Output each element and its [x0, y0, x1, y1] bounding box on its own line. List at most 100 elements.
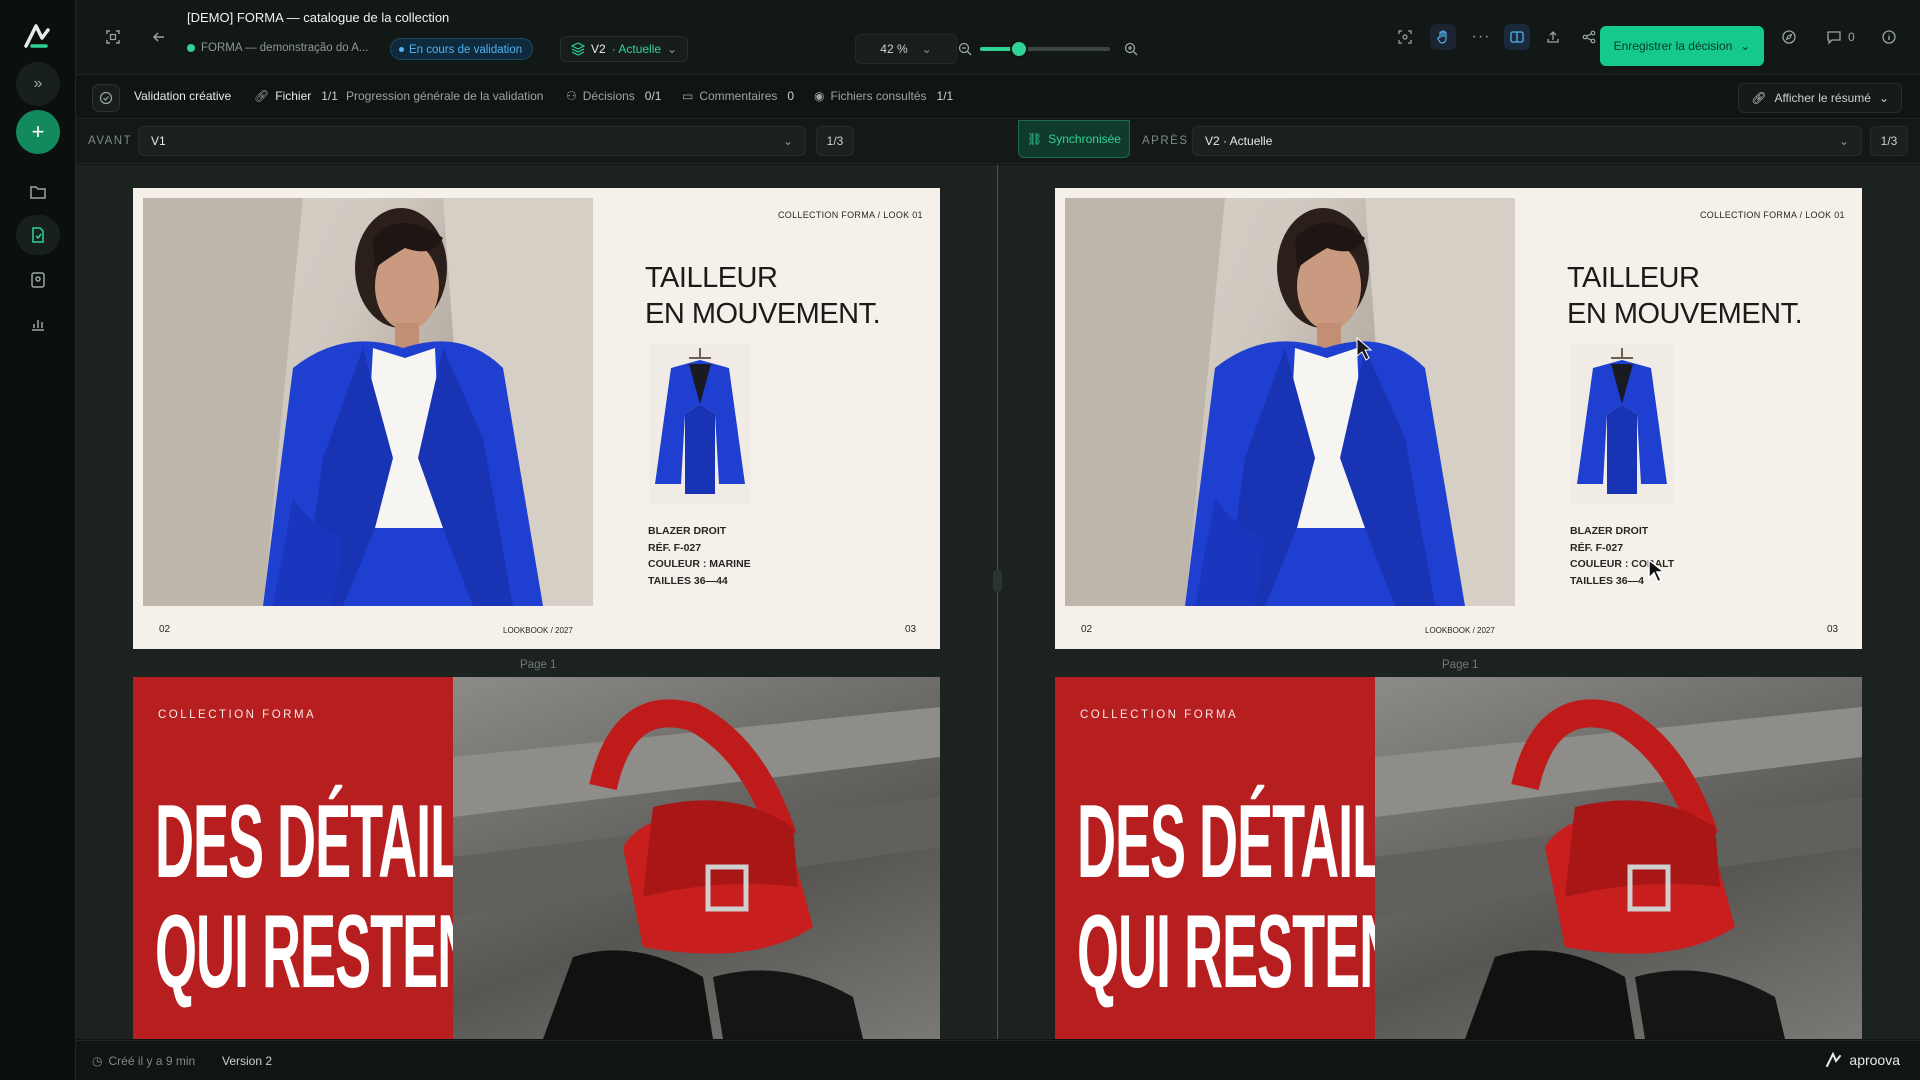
- before-label: AVANT: [88, 135, 133, 147]
- product-sizes: TAILLES 36—44: [648, 574, 728, 587]
- validation-status-icon[interactable]: [92, 84, 120, 112]
- slide-footer: LOOKBOOK / 2027: [1425, 626, 1495, 635]
- validation-progress-label: Progression générale de la validation: [346, 89, 544, 103]
- back-arrow-icon[interactable]: [146, 24, 172, 50]
- validation-type: Validation créative: [134, 89, 232, 103]
- status-badge[interactable]: En cours de validation: [390, 38, 534, 60]
- link-icon: 🔗︎: [1751, 91, 1767, 105]
- clock-icon: ◷: [92, 1054, 103, 1068]
- compare-divider[interactable]: [997, 165, 998, 1039]
- bag-photo: [1375, 677, 1862, 1039]
- slide-title-line-2: EN MOUVEMENT.: [1567, 298, 1803, 330]
- before-page-1[interactable]: COLLECTION FORMA / LOOK 01 TAILLEUR EN M…: [133, 188, 940, 649]
- product-name: BLAZER DROIT: [1570, 525, 1649, 537]
- mouse-cursor-icon: [1647, 558, 1669, 589]
- sidebar-item-analytics[interactable]: [16, 304, 60, 344]
- chevron-down-icon: ⌄: [1878, 91, 1889, 105]
- version-selector[interactable]: V2 · Actuelle ⌄: [560, 36, 689, 62]
- before-page-2[interactable]: COLLECTION FORMA DES DÉTAILS QUI RESTENT…: [133, 677, 940, 1039]
- version-info: Version 2: [222, 1054, 273, 1068]
- decisions-label: Décisions: [582, 89, 635, 103]
- project-name[interactable]: FORMA — demonstração do A...: [187, 42, 368, 54]
- aproova-logo-icon: [1826, 1052, 1842, 1067]
- zoom-in-icon[interactable]: [1118, 36, 1144, 62]
- page-number-left: 02: [1081, 624, 1093, 635]
- product-name: BLAZER DROIT: [648, 525, 727, 537]
- slide-title: TAILLEUR EN MOUVEMENT.: [645, 260, 881, 332]
- show-summary-label: Afficher le résumé: [1774, 91, 1871, 105]
- zoom-out-icon[interactable]: [952, 36, 978, 62]
- new-project-button[interactable]: +: [16, 110, 60, 154]
- layers-icon: [571, 42, 585, 56]
- document-title: [DEMO] FORMA — catalogue de la collectio…: [187, 10, 450, 25]
- poster-red-panel: COLLECTION FORMA DES DÉTAILS QUI RESTENT…: [1055, 677, 1438, 1039]
- fit-screen-icon[interactable]: [1392, 24, 1418, 50]
- sync-toggle-button[interactable]: ⛓︎ Synchronisée: [1018, 120, 1130, 158]
- compare-canvas[interactable]: COLLECTION FORMA / LOOK 01 TAILLEUR EN M…: [76, 165, 1920, 1039]
- zoom-slider[interactable]: [980, 42, 1110, 56]
- bar-chart-icon: [32, 320, 44, 331]
- after-page-1[interactable]: COLLECTION FORMA / LOOK 01 TAILLEUR EN M…: [1055, 188, 1862, 649]
- decisions-stat: ⚇ Décisions 0/1: [566, 89, 661, 103]
- plus-icon: +: [31, 119, 45, 144]
- validation-summary-bar: Validation créative 🔗︎ Fichier 1/1 Progr…: [76, 76, 1920, 119]
- product-ref: RÉF. F-027: [648, 541, 702, 554]
- zoom-slider-handle[interactable]: [1012, 42, 1026, 56]
- after-version-value: V2 · Actuelle: [1205, 134, 1273, 148]
- more-options-icon[interactable]: ···: [1468, 24, 1494, 50]
- sidebar-item-projects[interactable]: [16, 172, 60, 212]
- project-label: FORMA — demonstração do A...: [201, 42, 369, 54]
- upload-icon[interactable]: [1540, 24, 1566, 50]
- poster-kicker: COLLECTION FORMA: [1080, 709, 1239, 721]
- compass-icon[interactable]: [1776, 24, 1802, 50]
- version-state: · Actuelle: [611, 42, 662, 56]
- decisions-value: 0/1: [644, 89, 662, 103]
- info-icon[interactable]: [1876, 24, 1902, 50]
- page-number-right: 03: [1827, 624, 1839, 635]
- link-icon: ⛓︎: [1027, 132, 1043, 146]
- status-bar: ◷ Créé il y a 9 min Version 2 aproova: [76, 1040, 1920, 1080]
- after-version-select[interactable]: V2 · Actuelle ⌄: [1192, 126, 1862, 156]
- model-photo: [143, 198, 593, 606]
- brand-name: aproova: [1849, 1052, 1900, 1068]
- comments-count: 0: [1848, 30, 1855, 44]
- link-icon: 🔗︎: [254, 89, 270, 103]
- save-decision-button[interactable]: Enregistrer la décision ⌄: [1600, 26, 1764, 66]
- document-check-icon: [32, 227, 44, 243]
- comments-toggle[interactable]: 0: [1826, 24, 1855, 50]
- after-page-2[interactable]: COLLECTION FORMA DES DÉTAILS QUI RESTENT…: [1055, 677, 1862, 1039]
- after-page-indicator[interactable]: 1/3: [1870, 126, 1908, 156]
- file-stat-label: Fichier: [275, 89, 312, 103]
- slide-footer: LOOKBOOK / 2027: [503, 626, 573, 635]
- focus-mode-icon[interactable]: [100, 24, 126, 50]
- file-stat: 🔗︎ Fichier 1/1: [254, 89, 338, 103]
- before-page-label: Page 1: [520, 659, 557, 671]
- split-view-icon[interactable]: [1504, 24, 1530, 50]
- user-icon: ⚇: [566, 89, 577, 103]
- sidebar-item-files[interactable]: [16, 215, 60, 255]
- hand-tool-icon[interactable]: [1430, 24, 1456, 50]
- show-summary-button[interactable]: 🔗︎ Afficher le résumé ⌄: [1738, 83, 1902, 113]
- before-version-select[interactable]: V1 ⌄: [138, 126, 806, 156]
- after-page-label: Page 1: [1442, 659, 1479, 671]
- chevron-down-icon: ⌄: [1740, 39, 1751, 53]
- divider-drag-handle[interactable]: [993, 570, 1002, 592]
- zoom-select[interactable]: 42 % ⌄: [855, 34, 957, 64]
- sidebar: » +: [0, 0, 76, 1080]
- eye-icon: ◉: [814, 89, 825, 103]
- comments-stat: ▭ Commentaires 0: [682, 89, 794, 103]
- sidebar-item-contacts[interactable]: [16, 260, 60, 300]
- chevron-down-icon: ⌄: [1838, 134, 1849, 148]
- comments-value: 0: [787, 89, 795, 103]
- share-icon[interactable]: [1576, 24, 1602, 50]
- model-photo: [1065, 198, 1515, 606]
- project-status-dot: [187, 44, 195, 52]
- comments-label: Commentaires: [699, 89, 778, 103]
- slide-title-line-1: TAILLEUR: [645, 262, 778, 294]
- jacket-photo: [1571, 344, 1673, 504]
- compare-header: AVANT V1 ⌄ 1/3 ⛓︎ Synchronisée APRÈS V2 …: [76, 120, 1920, 164]
- aproova-logo-icon[interactable]: [22, 20, 54, 52]
- before-page-indicator[interactable]: 1/3: [816, 126, 854, 156]
- slide-title: TAILLEUR EN MOUVEMENT.: [1567, 260, 1803, 332]
- expand-sidebar-button[interactable]: »: [16, 62, 60, 106]
